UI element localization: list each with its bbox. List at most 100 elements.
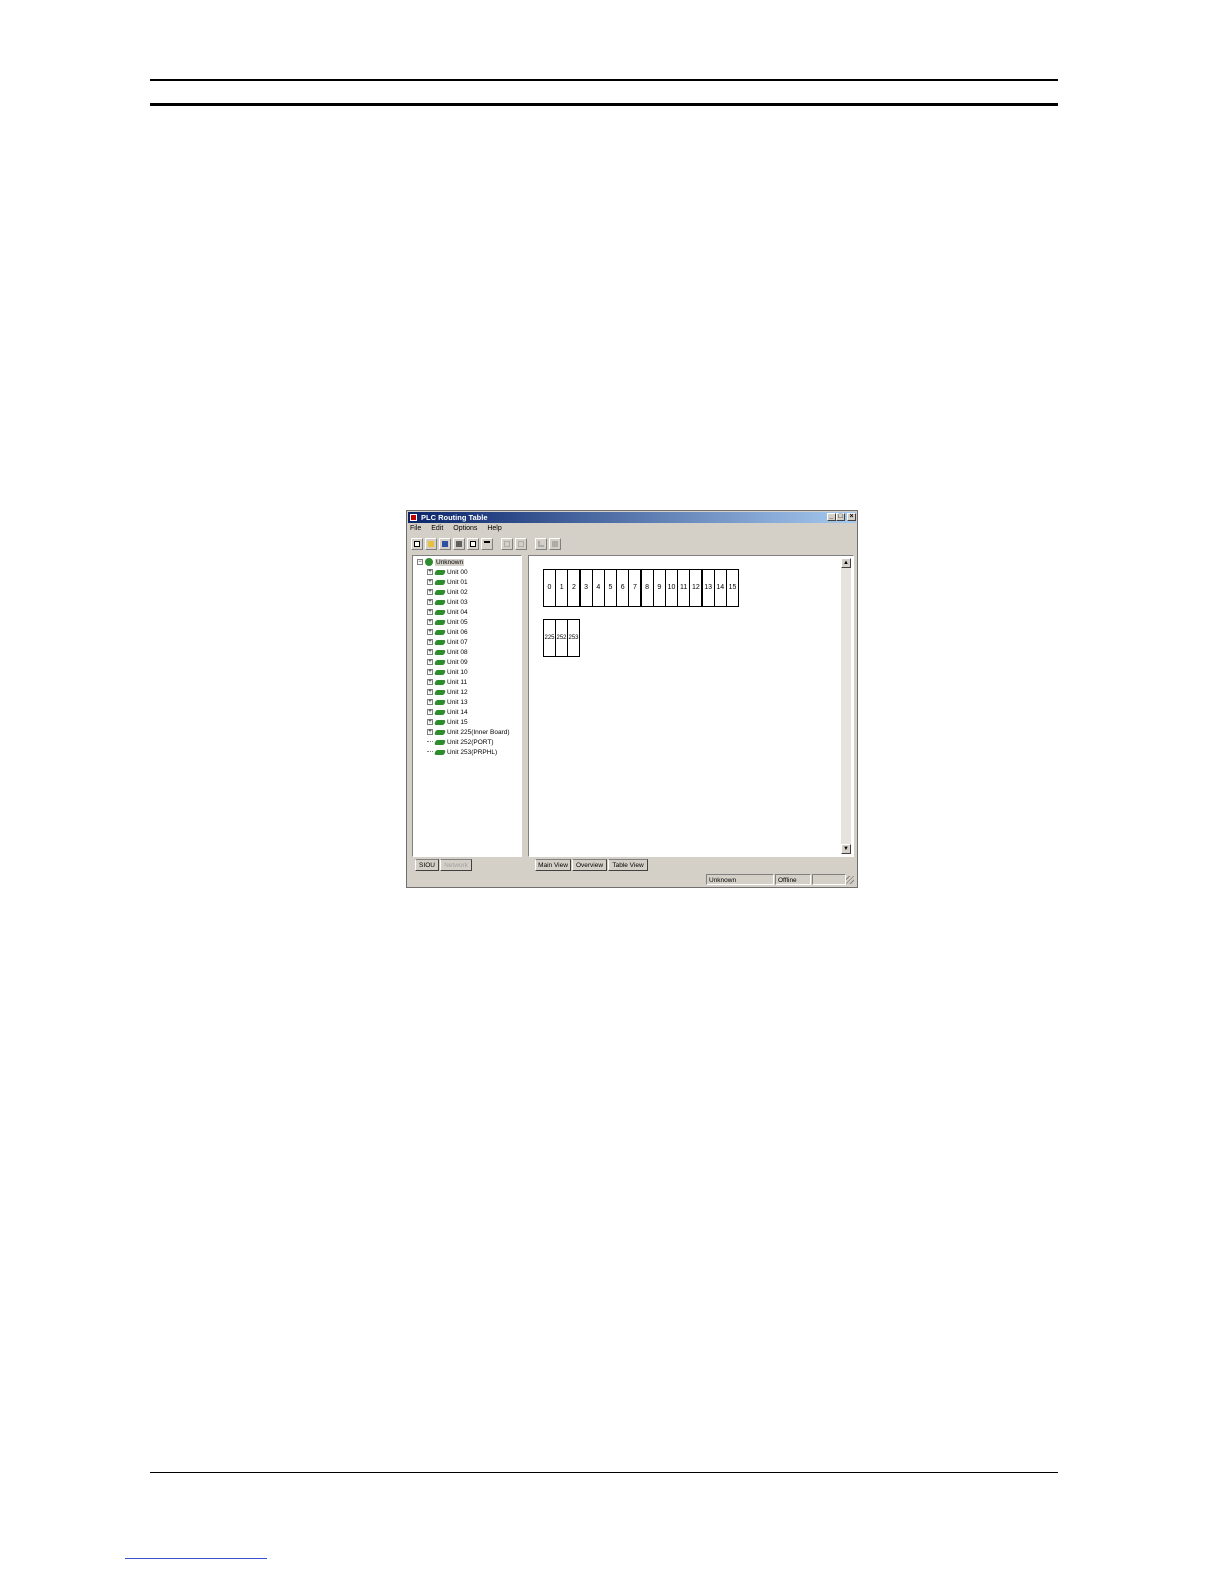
menu-options[interactable]: Options bbox=[453, 525, 477, 532]
vertical-scrollbar[interactable]: ▲ ▼ bbox=[841, 558, 851, 854]
tree-item-unit[interactable]: + Unit 12 bbox=[427, 688, 468, 697]
resize-grip-icon[interactable] bbox=[846, 876, 854, 884]
print-preview-button[interactable] bbox=[467, 538, 479, 550]
top-rule-2 bbox=[150, 103, 1058, 106]
unit-slot[interactable]: 3 bbox=[579, 569, 593, 607]
unit-slot[interactable]: 15 bbox=[726, 569, 739, 607]
unit-slot[interactable]: 14 bbox=[713, 569, 727, 607]
expand-icon[interactable]: + bbox=[427, 689, 433, 696]
tree-item-unit[interactable]: + Unit 225(Inner Board) bbox=[427, 728, 510, 737]
tree-item-unit[interactable]: + Unit 09 bbox=[427, 658, 468, 667]
unit-slot[interactable]: 5 bbox=[604, 569, 617, 607]
tree-item-unit[interactable]: + Unit 11 bbox=[427, 678, 467, 687]
expand-icon[interactable]: + bbox=[427, 729, 433, 736]
tree-item-unit[interactable]: + Unit 07 bbox=[427, 638, 468, 647]
tree-item-unit[interactable]: + Unit 15 bbox=[427, 718, 468, 727]
expand-icon[interactable]: + bbox=[427, 629, 433, 636]
tree-item-unit[interactable]: + Unit 14 bbox=[427, 708, 468, 717]
unit-slot[interactable]: 9 bbox=[652, 569, 666, 607]
tree-item-unit[interactable]: Unit 253(PRPHL) bbox=[427, 748, 497, 757]
tab-table-view[interactable]: Table View bbox=[608, 859, 648, 871]
tab-main-view[interactable]: Main View bbox=[535, 859, 571, 871]
pane-splitter[interactable] bbox=[524, 555, 527, 857]
menu-help[interactable]: Help bbox=[487, 525, 501, 532]
scroll-up-icon[interactable]: ▲ bbox=[841, 558, 851, 568]
unit-icon bbox=[434, 649, 446, 655]
window-title: PLC Routing Table bbox=[421, 513, 488, 522]
expand-icon[interactable]: + bbox=[427, 669, 433, 676]
open-button[interactable] bbox=[425, 538, 437, 550]
collapse-icon[interactable]: − bbox=[417, 559, 423, 566]
expand-icon[interactable]: + bbox=[427, 649, 433, 656]
unit-slot[interactable]: 0 bbox=[543, 569, 556, 607]
print-button[interactable] bbox=[453, 538, 465, 550]
expand-icon[interactable]: + bbox=[427, 609, 433, 616]
check-button[interactable] bbox=[535, 538, 547, 550]
tab-siou[interactable]: SIOU bbox=[415, 859, 439, 871]
tree-item-label: Unit 252(PORT) bbox=[447, 739, 494, 746]
tab-overview[interactable]: Overview bbox=[572, 859, 607, 871]
minimize-button[interactable]: _ bbox=[827, 513, 836, 521]
expand-icon[interactable]: + bbox=[427, 589, 433, 596]
unit-slot[interactable]: 1 bbox=[555, 569, 569, 607]
tree-item-unit[interactable]: + Unit 02 bbox=[427, 588, 468, 597]
tree-item-label: Unit 07 bbox=[447, 639, 468, 646]
tree-item-unit[interactable]: + Unit 05 bbox=[427, 618, 468, 627]
tree-item-unit[interactable]: + Unit 04 bbox=[427, 608, 468, 617]
unit-slot[interactable]: 11 bbox=[677, 569, 691, 607]
undo-button[interactable] bbox=[515, 538, 527, 550]
scroll-down-icon[interactable]: ▼ bbox=[841, 844, 851, 854]
tree-item-unit[interactable]: Unit 252(PORT) bbox=[427, 738, 493, 747]
unit-slot[interactable]: 2 bbox=[567, 569, 581, 607]
insert-icon bbox=[484, 541, 490, 547]
unit-icon bbox=[434, 569, 446, 575]
tab-network[interactable]: Network bbox=[440, 859, 472, 871]
unit-icon bbox=[434, 729, 446, 735]
maximize-button[interactable]: □ bbox=[836, 513, 845, 521]
menu-edit[interactable]: Edit bbox=[431, 525, 443, 532]
status-extra bbox=[812, 874, 846, 885]
font-button[interactable] bbox=[501, 538, 513, 550]
expand-icon[interactable]: + bbox=[427, 569, 433, 576]
expand-icon[interactable]: + bbox=[427, 719, 433, 726]
transfer-button[interactable] bbox=[549, 538, 561, 550]
unit-slot[interactable]: 12 bbox=[689, 569, 703, 607]
expand-icon[interactable]: + bbox=[427, 709, 433, 716]
tree-item-label: Unit 13 bbox=[447, 699, 468, 706]
tree-root[interactable]: − Unknown bbox=[417, 558, 465, 567]
save-button[interactable] bbox=[439, 538, 451, 550]
expand-icon[interactable]: + bbox=[427, 579, 433, 586]
expand-icon[interactable]: + bbox=[427, 639, 433, 646]
tree-item-unit[interactable]: + Unit 13 bbox=[427, 698, 468, 707]
tree-item-unit[interactable]: + Unit 00 bbox=[427, 568, 468, 577]
special-unit-slot[interactable]: 253 bbox=[567, 619, 580, 657]
tree-item-label: Unit 14 bbox=[447, 709, 468, 716]
new-button[interactable] bbox=[411, 538, 423, 550]
unit-icon bbox=[434, 639, 446, 645]
tree-item-unit[interactable]: + Unit 03 bbox=[427, 598, 468, 607]
unit-slot[interactable]: 4 bbox=[591, 569, 605, 607]
unit-slot[interactable]: 10 bbox=[665, 569, 678, 607]
transfer-icon bbox=[552, 541, 558, 547]
menu-file[interactable]: File bbox=[410, 525, 421, 532]
unit-icon bbox=[434, 719, 446, 725]
tree-item-label: Unit 06 bbox=[447, 629, 468, 636]
main-view-pane: 0 1 2 3 4 5 6 7 8 9 10 11 12 13 14 15 225 252 253 ▲ ▼ bbox=[528, 555, 854, 857]
unit-slot[interactable]: 8 bbox=[640, 569, 654, 607]
expand-icon[interactable]: + bbox=[427, 679, 433, 686]
insert-button[interactable] bbox=[481, 538, 493, 550]
unit-slot[interactable]: 6 bbox=[616, 569, 630, 607]
unit-slot[interactable]: 7 bbox=[628, 569, 642, 607]
unit-slot[interactable]: 13 bbox=[701, 569, 715, 607]
expand-icon[interactable]: + bbox=[427, 599, 433, 606]
tree-item-unit[interactable]: + Unit 06 bbox=[427, 628, 468, 637]
expand-icon[interactable]: + bbox=[427, 619, 433, 626]
close-button[interactable]: × bbox=[847, 513, 856, 521]
expand-icon[interactable]: + bbox=[427, 699, 433, 706]
expand-icon[interactable]: + bbox=[427, 659, 433, 666]
tree-item-unit[interactable]: + Unit 08 bbox=[427, 648, 468, 657]
tree-item-unit[interactable]: + Unit 01 bbox=[427, 578, 468, 587]
tree-item-unit[interactable]: + Unit 10 bbox=[427, 668, 468, 677]
plc-routing-table-window: PLC Routing Table _ □ × File Edit Option… bbox=[406, 510, 858, 888]
unit-icon bbox=[434, 589, 446, 595]
